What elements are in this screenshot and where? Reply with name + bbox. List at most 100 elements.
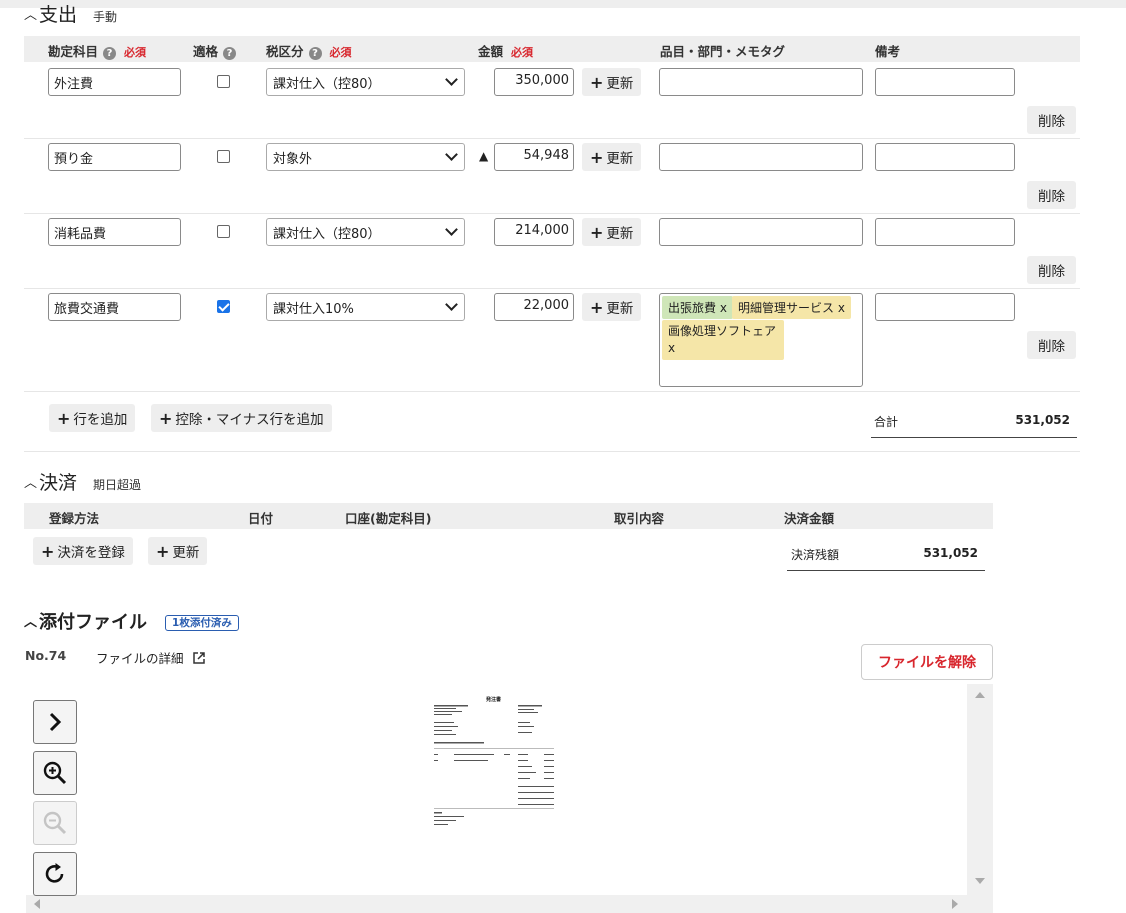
remarks-input[interactable] [875,218,1015,246]
tag-input[interactable] [659,143,863,171]
account-input[interactable]: 預り金 [48,143,181,171]
scroll-up-icon[interactable] [967,688,993,702]
update-button[interactable]: + 更新 [582,68,642,96]
delete-button[interactable]: 削除 [1027,331,1076,359]
update-label: 更新 [606,151,634,167]
minus-indicator: ▲ [479,149,489,163]
qualified-checkbox[interactable] [217,150,230,163]
tax-value: 課対仕入（控80） [273,77,381,92]
vertical-scrollbar[interactable] [967,684,993,913]
collapse-caret-icon[interactable]: ︿ [24,4,37,23]
tag-remove-icon[interactable]: x [720,301,727,315]
total-value: 531,052 [1015,413,1070,427]
plus-icon: + [159,408,173,428]
remarks-input[interactable] [875,293,1015,321]
next-page-button[interactable] [33,700,77,744]
row-divider [24,138,1080,139]
remove-file-button[interactable]: ファイルを解除 [861,644,993,680]
attached-count-badge: 1枚添付済み [165,615,239,631]
update-button[interactable]: + 更新 [582,218,642,246]
account-input[interactable]: 外注費 [48,68,181,96]
external-link-icon [192,651,205,664]
remarks-input[interactable] [875,68,1015,96]
zoom-out-button[interactable] [33,801,77,845]
horizontal-scrollbar[interactable] [26,895,967,913]
plus-icon: + [590,222,604,242]
delete-button[interactable]: 削除 [1027,256,1076,284]
delete-button[interactable]: 削除 [1027,181,1076,209]
tax-select[interactable]: 課対仕入（控80） [266,218,465,246]
qualified-checkbox[interactable] [217,225,230,238]
tag-input[interactable] [659,68,863,96]
zoom-in-button[interactable] [33,751,77,795]
document-thumbnail-icon [434,705,554,825]
header-remarks: 備考 [875,44,901,59]
header-account: 勘定科目? 必須 [48,44,147,60]
tax-select[interactable]: 対象外 [266,143,465,171]
header-date: 日付 [248,511,274,526]
amount-input[interactable]: 22,000 [494,293,574,321]
amount-input[interactable]: 54,948 [494,143,574,171]
update-button[interactable]: + 更新 [582,293,642,321]
account-input[interactable]: 消耗品費 [48,218,181,246]
settlement-update-button[interactable]: + 更新 [148,537,208,565]
scroll-down-icon[interactable] [967,874,993,888]
settlement-section-title[interactable]: ︿ 決済 期日超過 [24,468,141,495]
tax-value: 対象外 [273,152,313,167]
account-input[interactable]: 旅費交通費 [48,293,181,321]
attachment-title: 添付ファイル [39,612,148,633]
help-icon[interactable]: ? [103,47,117,60]
amount-input[interactable]: 214,000 [494,218,574,246]
expense-section-title[interactable]: ︿ 支出 手動 [24,0,117,27]
tag-box[interactable]: 出張旅費 x 明細管理サービス x 画像処理ソフトェア x [659,293,863,387]
file-viewer: 発注書 [26,684,994,913]
add-minus-row-button[interactable]: + 控除・マイナス行を追加 [151,404,332,432]
plus-icon: + [41,541,55,561]
chevron-down-icon [445,298,458,311]
scroll-right-icon[interactable] [948,895,962,913]
plus-icon: + [57,408,71,428]
update-button[interactable]: + 更新 [582,143,642,171]
chevron-down-icon [445,223,458,236]
tag-chip[interactable]: 出張旅費 x [662,296,733,319]
tax-select[interactable]: 課対仕入10% [266,293,465,321]
tag-input[interactable] [659,218,863,246]
delete-button[interactable]: 削除 [1027,106,1076,134]
tax-value: 課対仕入10% [273,302,354,317]
collapse-caret-icon[interactable]: ︿ [24,472,37,491]
collapse-caret-icon[interactable]: ︿ [24,611,37,630]
remarks-input[interactable] [875,143,1015,171]
qualified-checkbox-checked[interactable] [217,300,230,313]
plus-icon: + [590,72,604,92]
register-settlement-button[interactable]: + 決済を登録 [33,537,133,565]
tag-remove-icon[interactable]: x [668,341,675,355]
register-label: 決済を登録 [57,545,125,561]
tax-value: 課対仕入（控80） [273,227,381,242]
help-icon[interactable]: ? [308,47,322,60]
tag-remove-icon[interactable]: x [838,301,845,315]
chevron-down-icon [445,73,458,86]
zoom-in-icon [43,761,67,785]
header-method: 登録方法 [49,511,100,526]
tag-chip[interactable]: 画像処理ソフトェア x [662,320,784,360]
tag-chip[interactable]: 明細管理サービス x [732,296,851,319]
top-bar [0,0,1126,8]
tax-select[interactable]: 課対仕入（控80） [266,68,465,96]
total-underline [871,437,1077,438]
balance-value: 531,052 [923,546,978,560]
tag-label: 画像処理ソフトェア [668,324,777,338]
settlement-subtitle: 期日超過 [93,478,142,492]
file-detail-link[interactable]: ファイルの詳細 [96,648,206,667]
add-row-button[interactable]: + 行を追加 [49,404,136,432]
scroll-left-icon[interactable] [30,895,44,913]
help-icon[interactable]: ? [223,47,237,60]
rotate-icon [45,863,64,883]
amount-input[interactable]: 350,000 [494,68,574,96]
header-account: 口座(勘定科目) [345,511,432,526]
rotate-button[interactable] [33,852,77,896]
attachment-section-title[interactable]: ︿ 添付ファイル 1枚添付済み [24,608,239,634]
file-number: No.74 [25,648,67,663]
qualified-checkbox[interactable] [217,75,230,88]
row-divider [24,391,1080,392]
row-divider [24,288,1080,289]
